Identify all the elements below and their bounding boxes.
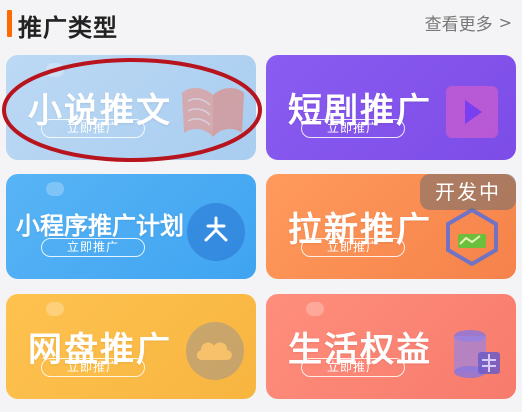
card-drama-promotion[interactable]: 短剧推广 立即推广	[266, 55, 516, 160]
card-title: 小程序推广计划	[16, 212, 184, 240]
section-title: 推广类型	[18, 14, 118, 42]
watermark-shape	[46, 302, 64, 316]
promote-now-button[interactable]: 立即推广	[41, 119, 145, 138]
view-more-link[interactable]: 查看更多 >	[425, 10, 512, 35]
in-development-badge: 开发中	[420, 174, 516, 210]
promote-now-button[interactable]: 立即推广	[301, 119, 405, 138]
chart-icon	[446, 207, 498, 266]
watermark-shape	[306, 302, 324, 316]
play-icon	[446, 86, 498, 138]
snowflake-icon	[187, 203, 245, 261]
cloud-icon	[186, 322, 244, 380]
chevron-right-icon[interactable]: >	[499, 13, 512, 32]
promote-now-button[interactable]: 立即推广	[301, 238, 405, 257]
card-mini-program-promotion[interactable]: 小程序推广计划 立即推广	[6, 174, 256, 279]
watermark-shape	[46, 182, 64, 196]
book-icon	[182, 88, 244, 137]
promote-now-button[interactable]: 立即推广	[301, 358, 405, 377]
card-life-benefits-promotion[interactable]: 生活权益 立即推广	[266, 294, 516, 399]
coin-stack-icon	[454, 330, 500, 378]
card-novel-promotion[interactable]: 小说推文 立即推广	[6, 55, 256, 160]
view-more-label[interactable]: 查看更多	[425, 10, 493, 35]
accent-bar	[7, 10, 12, 37]
section-header: 推广类型 查看更多 >	[0, 0, 522, 48]
card-cloud-drive-promotion[interactable]: 网盘推广 立即推广	[6, 294, 256, 399]
promote-now-button[interactable]: 立即推广	[41, 358, 145, 377]
promote-now-button[interactable]: 立即推广	[41, 238, 145, 257]
watermark-shape	[46, 63, 64, 77]
